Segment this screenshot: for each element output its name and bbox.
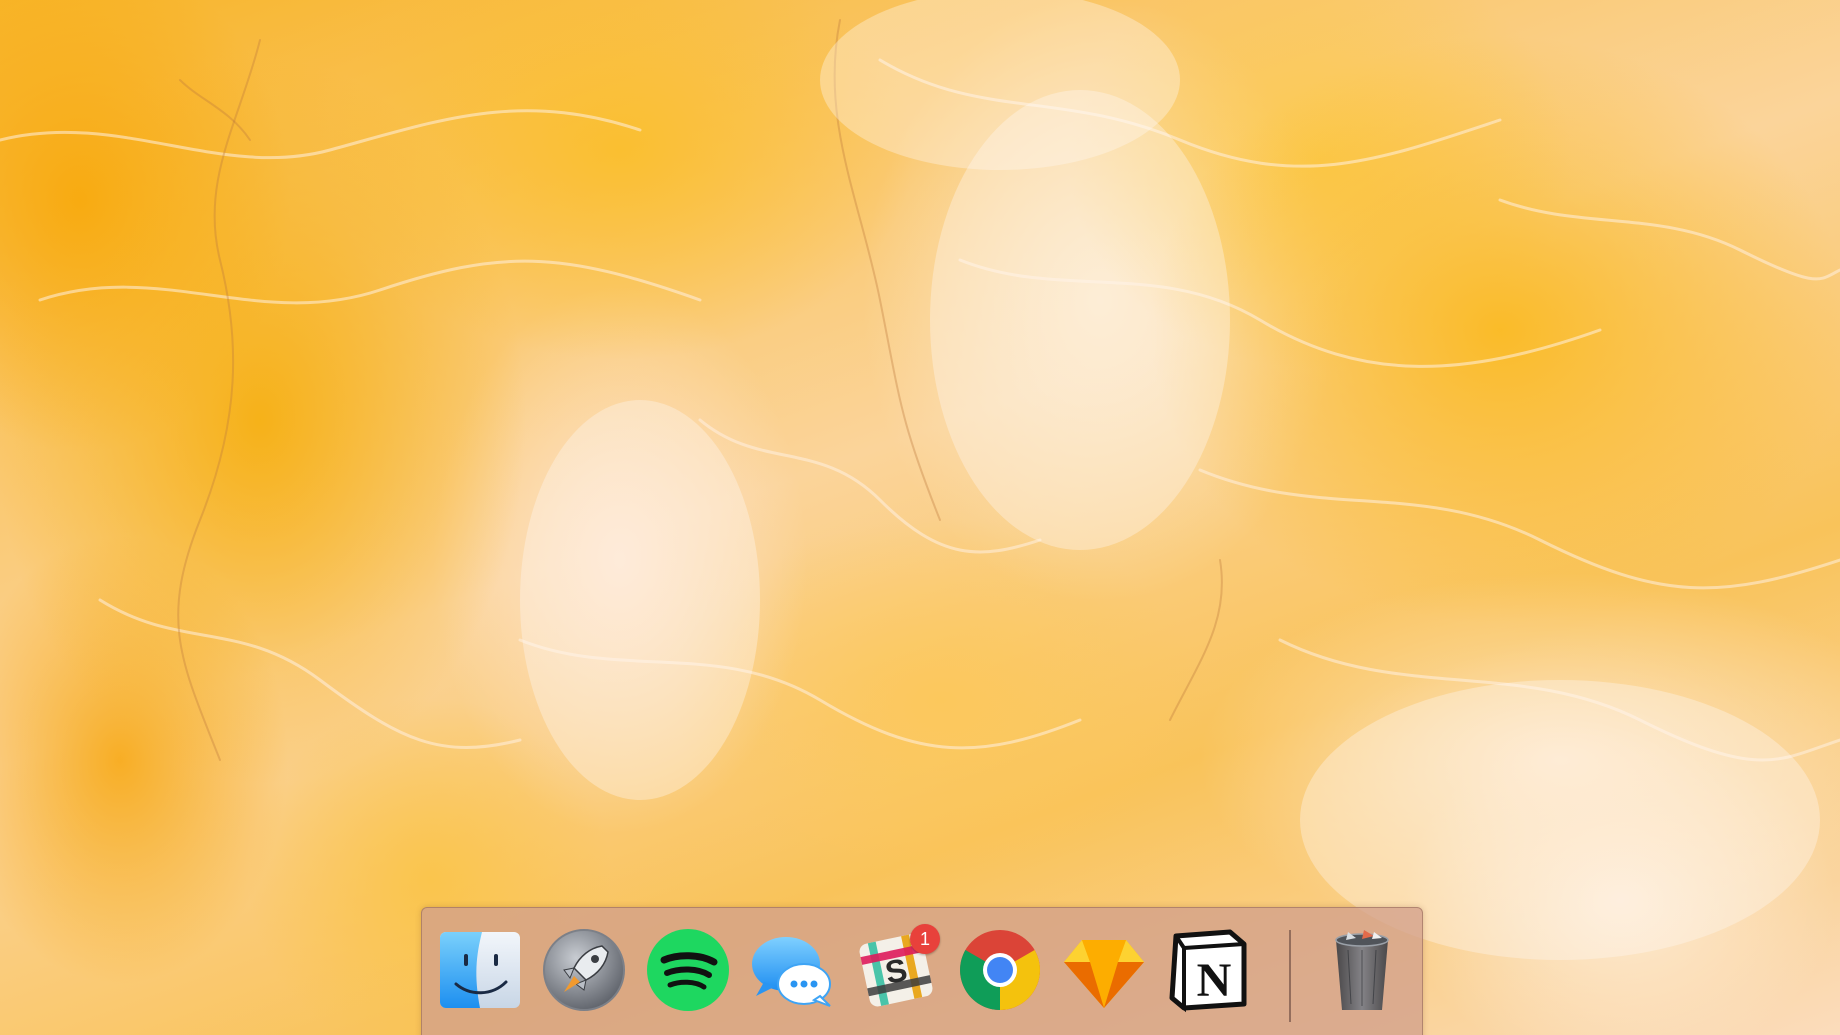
dock-item-sketch[interactable] xyxy=(1060,926,1148,1014)
notification-badge: 1 xyxy=(910,924,940,954)
dock-item-messages[interactable] xyxy=(748,926,836,1014)
dock-item-slack[interactable]: S 1 xyxy=(852,924,940,1014)
dock-item-notion[interactable]: N xyxy=(1164,926,1252,1014)
dock-separator xyxy=(1289,930,1291,1022)
svg-text:N: N xyxy=(1197,954,1232,1007)
wallpaper-texture xyxy=(0,0,1840,960)
dock: S 1 N xyxy=(421,907,1423,1035)
finder-icon xyxy=(440,932,520,1008)
messages-icon xyxy=(752,937,831,1007)
notion-icon: N xyxy=(1169,929,1247,1013)
desktop-wallpaper xyxy=(0,0,1840,1035)
launchpad-icon xyxy=(543,929,625,1011)
dock-item-launchpad[interactable] xyxy=(540,926,628,1014)
dock-item-trash[interactable] xyxy=(1318,926,1406,1014)
spotify-icon xyxy=(647,929,729,1011)
chrome-icon xyxy=(960,930,1040,1010)
dock-item-chrome[interactable] xyxy=(956,926,1044,1014)
dock-item-finder[interactable] xyxy=(436,926,524,1014)
dock-item-spotify[interactable] xyxy=(644,926,732,1014)
trash-icon xyxy=(1335,930,1389,1010)
sketch-icon xyxy=(1064,940,1144,1008)
